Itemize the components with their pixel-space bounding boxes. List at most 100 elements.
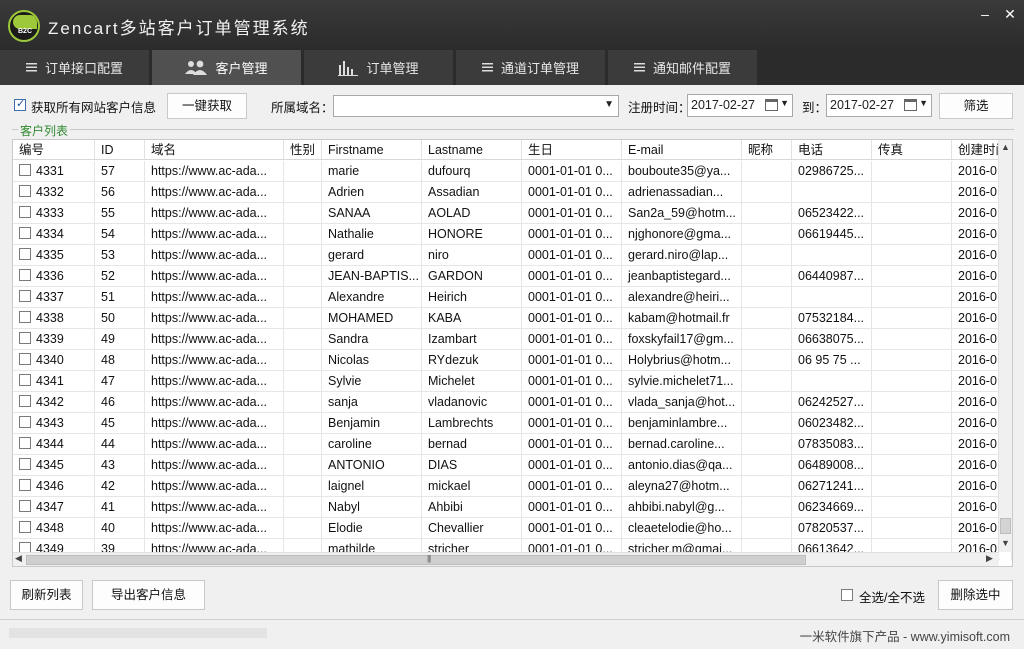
table-row[interactable]: 4340 48 https://www.ac-ada... Nicolas RYdezu…	[13, 350, 1012, 371]
fetch-all-checkbox[interactable]	[14, 97, 26, 111]
cell-text: 4343	[36, 416, 64, 430]
horizontal-scroll-thumb[interactable]: |||	[26, 554, 806, 565]
column-header-id-no[interactable]: 编号	[13, 140, 95, 159]
cell-firstname: marie	[322, 161, 422, 182]
cell-email: bouboute35@ya...	[622, 161, 742, 182]
row-checkbox[interactable]	[19, 416, 31, 428]
cell-lastname: Michelet	[422, 371, 522, 392]
delete-selected-button[interactable]: 删除选中	[938, 580, 1013, 610]
status-area	[9, 628, 267, 638]
refresh-list-button[interactable]: 刷新列表	[10, 580, 83, 610]
row-checkbox[interactable]	[19, 290, 31, 302]
group-box-border	[12, 129, 1014, 130]
column-header-id[interactable]: ID	[95, 140, 145, 159]
cell-id-no: 4340	[13, 350, 95, 371]
reg-time-label: 注册时间：	[628, 101, 691, 115]
minimize-button[interactable]: –	[976, 6, 994, 22]
table-row[interactable]: 4348 40 https://www.ac-ada... Elodie Chevall…	[13, 518, 1012, 539]
row-checkbox[interactable]	[19, 458, 31, 470]
row-checkbox[interactable]	[19, 353, 31, 365]
column-header-lastname[interactable]: Lastname	[422, 140, 522, 159]
cell-fax	[872, 476, 952, 497]
row-checkbox[interactable]	[19, 311, 31, 323]
tab-label: 通知邮件配置	[652, 61, 731, 76]
table-row[interactable]: 4342 46 https://www.ac-ada... sanja vladanov…	[13, 392, 1012, 413]
cell-fax	[872, 329, 952, 350]
cell-lastname: mickael	[422, 476, 522, 497]
table-row[interactable]: 4331 57 https://www.ac-ada... marie dufourq 0…	[13, 161, 1012, 182]
row-checkbox[interactable]	[19, 185, 31, 197]
cell-phone: 07532184...	[792, 308, 872, 329]
scroll-up-icon[interactable]: ▲	[1001, 142, 1010, 152]
export-customers-button[interactable]: 导出客户信息	[92, 580, 205, 610]
table-row[interactable]: 4341 47 https://www.ac-ada... Sylvie Michele…	[13, 371, 1012, 392]
row-checkbox[interactable]	[19, 164, 31, 176]
tab-order-interface-config[interactable]: 订单接口配置	[0, 50, 150, 85]
table-row[interactable]: 4336 52 https://www.ac-ada... JEAN-BAPTIS..…	[13, 266, 1012, 287]
select-all-checkbox[interactable]	[841, 589, 853, 601]
row-checkbox[interactable]	[19, 374, 31, 386]
cell-nickname	[742, 476, 792, 497]
cell-id-no: 4334	[13, 224, 95, 245]
column-header-firstname[interactable]: Firstname	[322, 140, 422, 159]
column-header-fax[interactable]: 传真	[872, 140, 952, 159]
column-header-email[interactable]: E-mail	[622, 140, 742, 159]
filter-button[interactable]: 筛选	[939, 93, 1013, 119]
cell-gender	[284, 392, 322, 413]
tab-customer-management[interactable]: 客户管理	[152, 50, 302, 85]
row-checkbox[interactable]	[19, 521, 31, 533]
horizontal-scrollbar[interactable]: ◀ ||| ▶	[13, 552, 999, 566]
row-checkbox[interactable]	[19, 206, 31, 218]
one-click-fetch-button[interactable]: 一键获取	[167, 93, 247, 119]
row-checkbox[interactable]	[19, 479, 31, 491]
cell-fax	[872, 518, 952, 539]
column-header-gender[interactable]: 性别	[284, 140, 322, 159]
table-row[interactable]: 4344 44 https://www.ac-ada... caroline berna…	[13, 434, 1012, 455]
tab-channel-order-management[interactable]: 通道订单管理	[456, 50, 606, 85]
column-header-nickname[interactable]: 昵称	[742, 140, 792, 159]
cell-lastname: AOLAD	[422, 203, 522, 224]
date-from-picker[interactable]: 2017-02-27 ▼	[687, 94, 793, 117]
scroll-down-icon[interactable]: ▼	[1001, 538, 1010, 548]
table-row[interactable]: 4339 49 https://www.ac-ada... Sandra Izambar…	[13, 329, 1012, 350]
table-row[interactable]: 4333 55 https://www.ac-ada... SANAA AOLAD 000…	[13, 203, 1012, 224]
cell-birthday: 0001-01-01 0...	[522, 245, 622, 266]
cell-fax	[872, 308, 952, 329]
row-checkbox[interactable]	[19, 500, 31, 512]
customer-grid[interactable]: 编号 ID 域名 性别 Firstname Lastname 生日 E-mail 昵称 电话 传真创…	[12, 139, 1013, 567]
close-button[interactable]: ✕	[1001, 6, 1019, 22]
table-row[interactable]: 4332 56 https://www.ac-ada... Adrien Assadia…	[13, 182, 1012, 203]
row-checkbox[interactable]	[19, 437, 31, 449]
table-row[interactable]: 4343 45 https://www.ac-ada... Benjamin Lambr…	[13, 413, 1012, 434]
table-row[interactable]: 4346 42 https://www.ac-ada... laignel mickae…	[13, 476, 1012, 497]
table-row[interactable]: 4338 50 https://www.ac-ada... MOHAMED KABA 00…	[13, 308, 1012, 329]
cell-email: ahbibi.nabyl@g...	[622, 497, 742, 518]
row-checkbox[interactable]	[19, 248, 31, 260]
row-checkbox[interactable]	[19, 227, 31, 239]
table-row[interactable]: 4345 43 https://www.ac-ada... ANTONIO DIAS 00…	[13, 455, 1012, 476]
row-checkbox[interactable]	[19, 395, 31, 407]
column-header-domain[interactable]: 域名	[145, 140, 284, 159]
table-row[interactable]: 4347 41 https://www.ac-ada... Nabyl Ahbibi 00…	[13, 497, 1012, 518]
tab-notification-email-config[interactable]: 通知邮件配置	[608, 50, 758, 85]
table-row[interactable]: 4337 51 https://www.ac-ada... Alexandre Heir…	[13, 287, 1012, 308]
vertical-scrollbar[interactable]: ▲ ▼	[998, 140, 1012, 552]
cell-firstname: Adrien	[322, 182, 422, 203]
scroll-right-icon[interactable]: ▶	[986, 553, 993, 564]
cell-id: 53	[95, 245, 145, 266]
table-row[interactable]: 4335 53 https://www.ac-ada... gerard niro 000…	[13, 245, 1012, 266]
tab-order-management[interactable]: 订单管理	[304, 50, 454, 85]
row-checkbox[interactable]	[19, 269, 31, 281]
cell-firstname: MOHAMED	[322, 308, 422, 329]
row-checkbox[interactable]	[19, 332, 31, 344]
scroll-left-icon[interactable]: ◀	[15, 553, 22, 564]
column-header-birthday[interactable]: 生日	[522, 140, 622, 159]
date-to-picker[interactable]: 2017-02-27 ▼	[826, 94, 932, 117]
vertical-scroll-thumb[interactable]	[1000, 518, 1011, 534]
column-header-created[interactable]: 创建时间	[952, 140, 1000, 159]
domain-select[interactable]: ▼	[333, 95, 619, 117]
cell-id: 51	[95, 287, 145, 308]
table-row[interactable]: 4334 54 https://www.ac-ada... Nathalie HONOR…	[13, 224, 1012, 245]
cell-firstname: Nicolas	[322, 350, 422, 371]
column-header-phone[interactable]: 电话	[792, 140, 872, 159]
